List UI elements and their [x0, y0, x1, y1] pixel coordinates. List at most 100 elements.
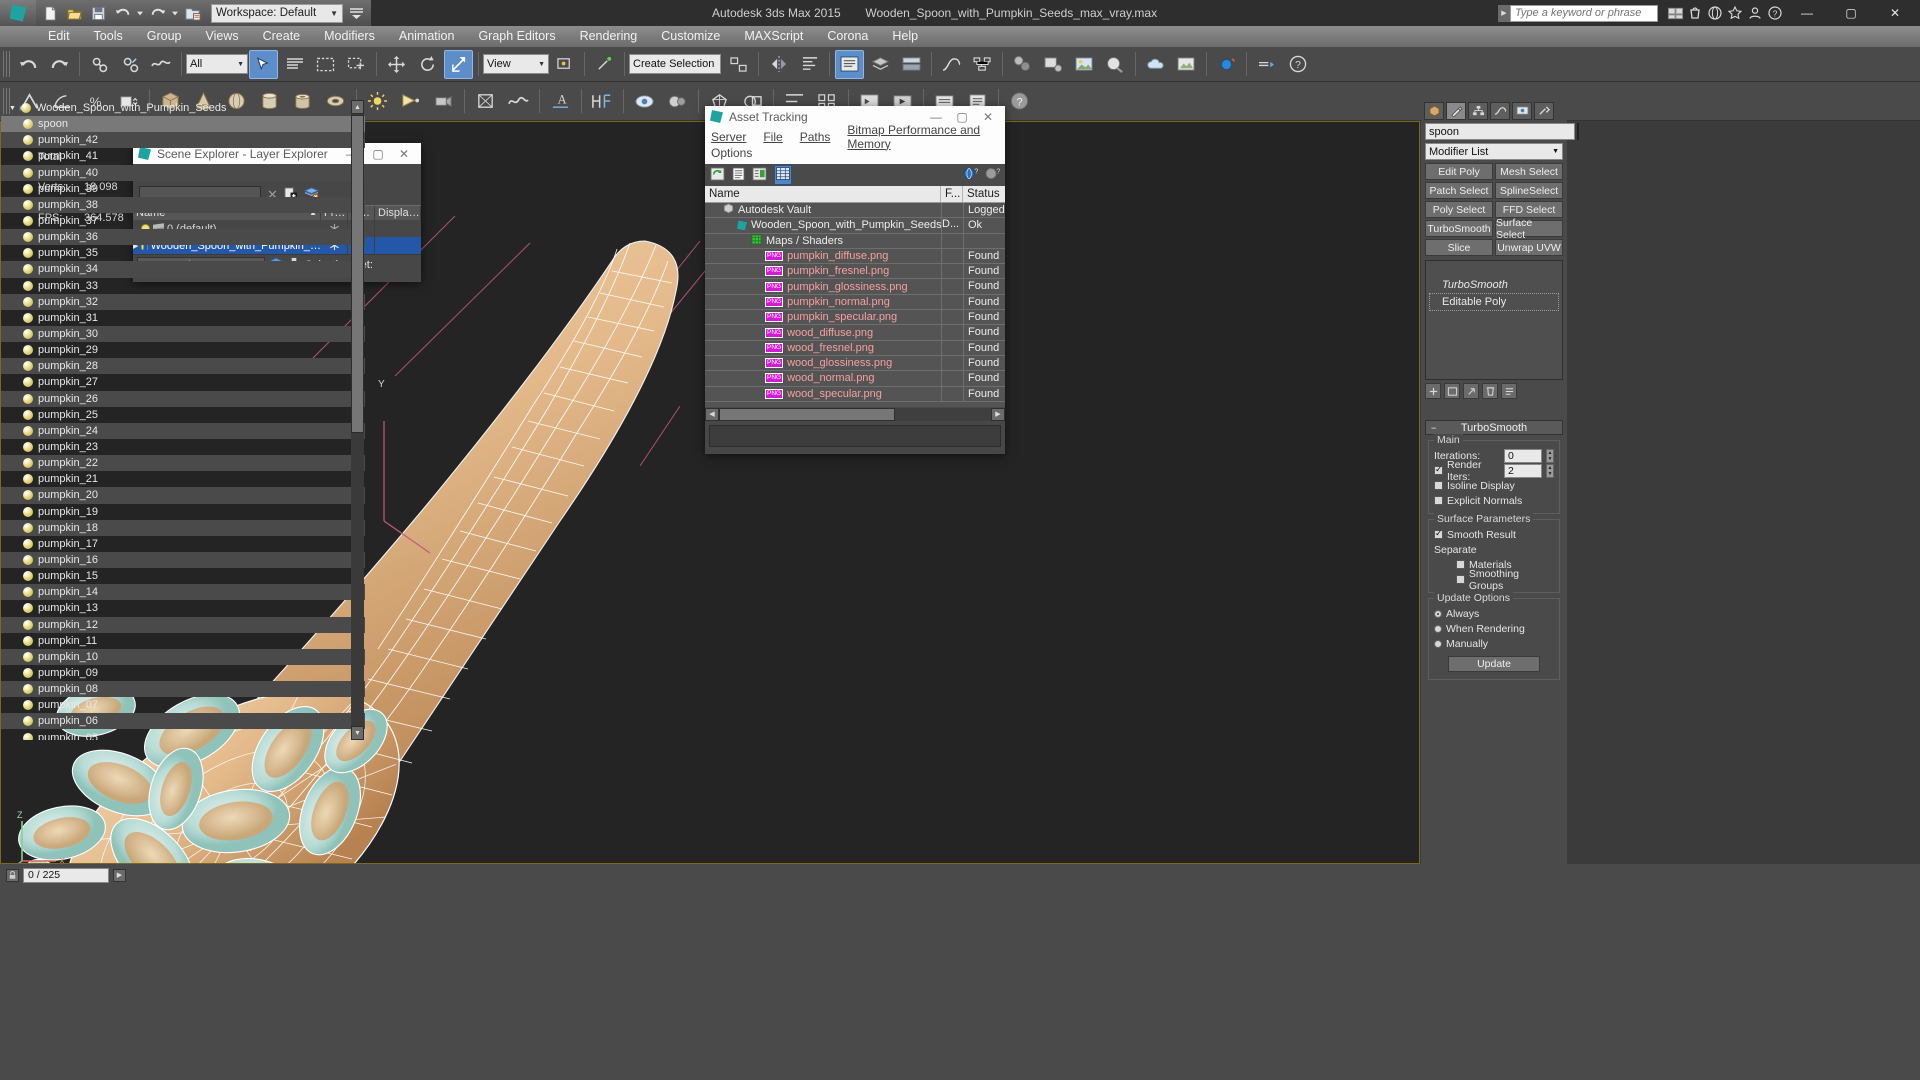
edit-named-selection-sets-icon[interactable] — [724, 50, 753, 79]
se-col-display[interactable]: Displa… — [375, 206, 421, 220]
list-item[interactable]: pumpkin_27 — [1, 374, 365, 390]
material-editor-icon[interactable] — [1008, 50, 1037, 79]
maximize-button[interactable]: ▢ — [1830, 0, 1872, 26]
redo-scene-icon[interactable] — [45, 50, 74, 79]
select-and-manipulate-icon[interactable] — [590, 50, 619, 79]
new-file-icon[interactable] — [40, 3, 61, 24]
tab-display[interactable] — [1512, 101, 1532, 120]
helper-dummy-icon[interactable] — [470, 86, 501, 117]
list-item[interactable]: pumpkin_11 — [1, 633, 365, 649]
select-and-rotate-icon[interactable] — [413, 50, 442, 79]
materials-checkbox[interactable] — [1456, 560, 1465, 569]
list-item[interactable]: pumpkin_42 — [1, 132, 365, 149]
help-toolbar-icon[interactable]: ? — [1283, 50, 1312, 79]
list-item[interactable]: pumpkin_19 — [1, 504, 365, 520]
list-item[interactable]: pumpkin_30 — [1, 325, 365, 343]
iterations-spinner[interactable]: ▲ ▼ — [1546, 448, 1554, 463]
at-col-f[interactable]: F... — [941, 186, 963, 202]
target-spot-light-icon[interactable] — [395, 86, 426, 117]
modbtn-unwrap-uvw[interactable]: Unwrap UVW — [1495, 239, 1563, 256]
close-button[interactable]: ✕ — [1874, 0, 1916, 26]
table-row[interactable]: PNG pumpkin_normal.png Found — [705, 294, 1005, 311]
list-item[interactable]: pumpkin_40 — [1, 164, 365, 181]
minimize-button[interactable]: — — [1786, 0, 1828, 26]
table-row[interactable]: PNG pumpkin_fresnel.png Found — [705, 264, 1005, 280]
corona-renderer-icon[interactable] — [1212, 50, 1241, 79]
render-in-cloud-icon[interactable] — [1141, 50, 1170, 79]
tab-create[interactable] — [1424, 101, 1444, 120]
list-item[interactable]: pumpkin_35 — [1, 245, 365, 261]
select-by-name-icon[interactable] — [280, 50, 309, 79]
use-pivot-point-center-icon[interactable] — [550, 50, 579, 79]
list-item[interactable]: pumpkin_36 — [1, 229, 365, 246]
modbtn-surface-select[interactable]: Surface Select — [1495, 217, 1563, 241]
unlink-selection-icon[interactable] — [116, 50, 145, 79]
list-item[interactable]: pumpkin_05 — [1, 729, 365, 740]
display-cell[interactable] — [375, 237, 421, 254]
help-round-icon[interactable]: ? — [1004, 86, 1035, 117]
exchange-app-store-icon[interactable] — [1686, 4, 1704, 22]
refresh-icon[interactable] — [710, 166, 725, 184]
undo-dropdown-icon[interactable] — [136, 3, 144, 24]
show-end-result-icon[interactable] — [1444, 383, 1460, 399]
explicit-normals-checkbox[interactable] — [1434, 496, 1443, 505]
list-view-icon[interactable] — [732, 167, 745, 184]
select-and-move-icon[interactable] — [382, 50, 411, 79]
select-and-scale-icon[interactable] — [444, 49, 473, 79]
list-item[interactable]: pumpkin_10 — [1, 648, 365, 665]
list-item[interactable]: pumpkin_21 — [1, 471, 365, 487]
list-item[interactable]: pumpkin_37 — [1, 213, 365, 229]
stack-item-turbosmooth[interactable]: TurboSmooth — [1426, 277, 1562, 293]
update-when-rendering-radio[interactable] — [1434, 624, 1442, 633]
tab-modify[interactable] — [1446, 101, 1466, 120]
list-item[interactable]: pumpkin_17 — [1, 536, 365, 552]
undo-icon[interactable] — [112, 3, 133, 24]
table-row[interactable]: Wooden_Spoon_with_Pumpkin_Seeds_m… D... … — [705, 218, 1005, 234]
asset-tracking-window[interactable]: Asset Tracking — ▢ ✕ Server File Paths B… — [705, 106, 1005, 454]
select-and-link-icon[interactable] — [85, 50, 114, 79]
list-item[interactable]: pumpkin_34 — [1, 261, 365, 278]
open-file-icon[interactable] — [64, 3, 85, 24]
table-row[interactable]: PNG pumpkin_diffuse.png Found — [705, 248, 1005, 265]
layer-manager-icon[interactable] — [1252, 50, 1281, 79]
table-row[interactable]: Maps / Shaders — [705, 233, 1005, 249]
object-name-input[interactable] — [1425, 123, 1575, 140]
menu-views[interactable]: Views — [193, 26, 250, 47]
help-web-icon[interactable]: ? — [963, 166, 978, 184]
table-row[interactable]: PNG wood_glossiness.png Found — [705, 355, 1005, 372]
list-item[interactable]: pumpkin_31 — [1, 310, 365, 326]
modbtn-turbosmooth[interactable]: TurboSmooth — [1425, 220, 1493, 237]
render-iters-checkbox[interactable] — [1434, 464, 1443, 475]
mirror-icon[interactable] — [764, 50, 793, 79]
asset-tracking-rows[interactable]: Autodesk Vault Logged Wooden_Spoon_with_… — [705, 203, 1005, 407]
sfs-vscrollbar[interactable]: ▲ ▼ — [351, 100, 364, 740]
menu-rendering[interactable]: Rendering — [568, 26, 650, 47]
camera-icon[interactable] — [428, 86, 459, 117]
list-item[interactable]: pumpkin_07 — [1, 697, 365, 713]
iterations-value[interactable]: 0 — [1504, 448, 1542, 463]
modbtn-mesh-select[interactable]: Mesh Select — [1495, 163, 1563, 180]
render-production-icon[interactable] — [1101, 50, 1130, 79]
configure-sets-icon[interactable] — [1501, 383, 1517, 399]
list-item[interactable]: pumpkin_24 — [1, 422, 365, 439]
list-item[interactable]: pumpkin_28 — [1, 358, 365, 375]
hf-display-icon[interactable] — [587, 86, 618, 117]
named-selection-set-combo[interactable]: Create Selection Se — [629, 54, 721, 74]
modbtn-edit-poly[interactable]: Edit Poly — [1425, 163, 1493, 180]
smooth-result-checkbox[interactable] — [1434, 528, 1443, 539]
scroll-thumb[interactable] — [351, 115, 364, 433]
stack-item-editable-poly[interactable]: Editable Poly — [1429, 293, 1559, 311]
list-item[interactable]: spoon — [1, 116, 365, 133]
render-setup-icon[interactable] — [1039, 50, 1068, 79]
scroll-right-icon[interactable]: ▶ — [991, 407, 1005, 421]
at-menu-server[interactable]: Server — [711, 130, 746, 144]
select-from-scene-list[interactable]: ▼ Wooden_Spoon_with_Pumpkin_Seeds spoon p… — [1, 100, 365, 740]
selection-filter-combo[interactable]: All ▼ — [186, 54, 248, 74]
list-item[interactable]: pumpkin_14 — [1, 584, 365, 601]
rendered-frame-window-icon[interactable] — [1070, 50, 1099, 79]
modbtn-ffd-select[interactable]: FFD Select — [1495, 201, 1563, 218]
sign-in-icon[interactable] — [1746, 4, 1764, 22]
table-view-icon[interactable] — [774, 165, 792, 185]
modifier-stack[interactable]: TurboSmooth Editable Poly — [1425, 260, 1563, 380]
at-menu-paths[interactable]: Paths — [800, 130, 831, 144]
